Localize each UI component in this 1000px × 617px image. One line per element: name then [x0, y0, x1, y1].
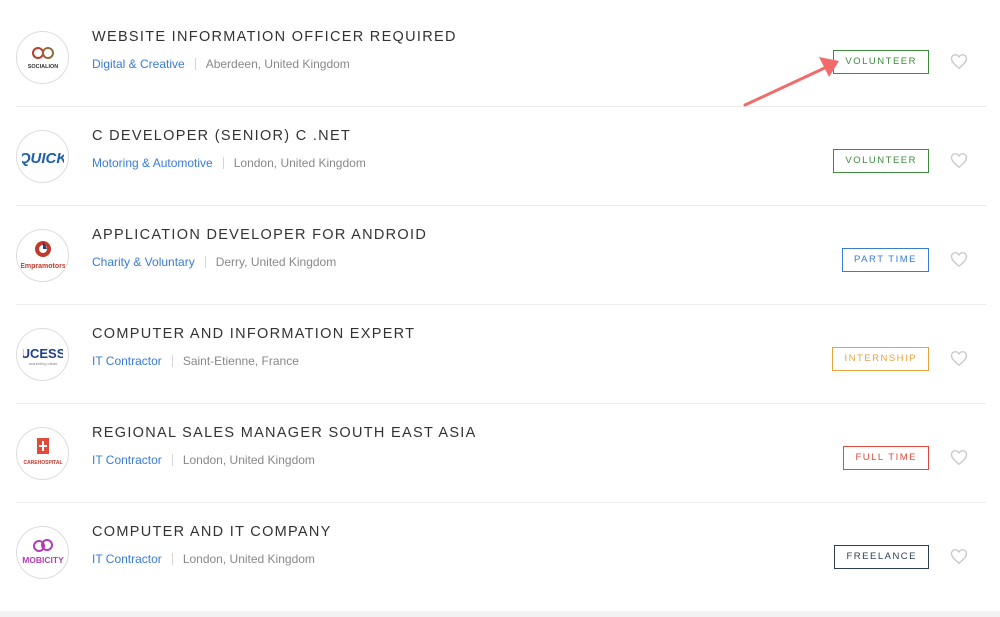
heart-outline-icon[interactable]	[950, 251, 968, 268]
job-row[interactable]: QUICK C DEVELOPER (SENIOR) C .NET Motori…	[16, 107, 986, 206]
heart-outline-icon[interactable]	[950, 350, 968, 367]
meta-divider	[171, 454, 173, 466]
job-type-badge[interactable]: INTERNSHIP	[832, 347, 929, 371]
meta-divider	[171, 355, 173, 367]
job-meta: Motoring & Automotive London, United Kin…	[92, 156, 366, 170]
quick-logo[interactable]: QUICK	[16, 130, 69, 183]
job-meta: Digital & Creative Aberdeen, United King…	[92, 57, 350, 71]
logo-text: UCESS	[23, 346, 63, 361]
job-location: Derry, United Kingdom	[215, 255, 337, 269]
job-type-badge[interactable]: FREELANCE	[834, 545, 929, 569]
job-type-badge[interactable]: VOLUNTEER	[833, 149, 929, 173]
job-category-link[interactable]: IT Contractor	[92, 552, 162, 566]
carehospital-logo[interactable]: CAREHOSPITAL	[16, 427, 69, 480]
job-category-link[interactable]: Charity & Voluntary	[92, 255, 195, 269]
job-category-link[interactable]: Motoring & Automotive	[92, 156, 213, 170]
job-listings-page: SOCIALION WEBSITE INFORMATION OFFICER RE…	[0, 0, 1000, 617]
job-location: Saint-Etienne, France	[182, 354, 299, 368]
empramotors-logo[interactable]: Empramotors	[16, 229, 69, 282]
logo-subtext: marketing ideas	[28, 361, 56, 366]
job-meta: IT Contractor London, United Kingdom	[92, 453, 315, 467]
heart-outline-icon[interactable]	[950, 53, 968, 70]
job-type-badge[interactable]: PART TIME	[842, 248, 929, 272]
job-row[interactable]: UCESS marketing ideas COMPUTER AND INFOR…	[16, 305, 986, 404]
job-title[interactable]: APPLICATION DEVELOPER FOR ANDROID	[92, 227, 427, 243]
job-list: SOCIALION WEBSITE INFORMATION OFFICER RE…	[16, 8, 986, 602]
meta-divider	[222, 157, 224, 169]
job-type-badge[interactable]: VOLUNTEER	[833, 50, 929, 74]
heart-outline-icon[interactable]	[950, 449, 968, 466]
job-meta: IT Contractor Saint-Etienne, France	[92, 354, 299, 368]
job-row[interactable]: Empramotors APPLICATION DEVELOPER FOR AN…	[16, 206, 986, 305]
ucess-logo[interactable]: UCESS marketing ideas	[16, 328, 69, 381]
logo-text: SOCIALION	[27, 64, 58, 70]
job-category-link[interactable]: IT Contractor	[92, 354, 162, 368]
heart-outline-icon[interactable]	[950, 548, 968, 565]
meta-divider	[171, 553, 173, 565]
logo-text: QUICK	[22, 150, 64, 167]
job-row[interactable]: SOCIALION WEBSITE INFORMATION OFFICER RE…	[16, 8, 986, 107]
job-title[interactable]: WEBSITE INFORMATION OFFICER REQUIRED	[92, 29, 457, 45]
socialion-logo[interactable]: SOCIALION	[16, 31, 69, 84]
job-meta: Charity & Voluntary Derry, United Kingdo…	[92, 255, 336, 269]
job-meta: IT Contractor London, United Kingdom	[92, 552, 315, 566]
job-title[interactable]: C DEVELOPER (SENIOR) C .NET	[92, 128, 351, 144]
job-category-link[interactable]: IT Contractor	[92, 453, 162, 467]
job-row[interactable]: MOBICITY COMPUTER AND IT COMPANY IT Cont…	[16, 503, 986, 602]
page-bottom-bar	[0, 611, 1000, 617]
meta-divider	[194, 58, 196, 70]
job-title[interactable]: COMPUTER AND INFORMATION EXPERT	[92, 326, 415, 342]
job-type-badge[interactable]: FULL TIME	[843, 446, 929, 470]
job-row[interactable]: CAREHOSPITAL REGIONAL SALES MANAGER SOUT…	[16, 404, 986, 503]
logo-text: MOBICITY	[22, 555, 64, 565]
job-title[interactable]: REGIONAL SALES MANAGER SOUTH EAST ASIA	[92, 425, 477, 441]
job-category-link[interactable]: Digital & Creative	[92, 57, 185, 71]
logo-text: CAREHOSPITAL	[23, 460, 62, 466]
mobicity-logo[interactable]: MOBICITY	[16, 526, 69, 579]
meta-divider	[204, 256, 206, 268]
logo-text: Empramotors	[21, 263, 65, 270]
job-location: Aberdeen, United Kingdom	[205, 57, 350, 71]
job-location: London, United Kingdom	[182, 552, 315, 566]
job-location: London, United Kingdom	[182, 453, 315, 467]
job-title[interactable]: COMPUTER AND IT COMPANY	[92, 524, 332, 540]
job-location: London, United Kingdom	[233, 156, 366, 170]
heart-outline-icon[interactable]	[950, 152, 968, 169]
